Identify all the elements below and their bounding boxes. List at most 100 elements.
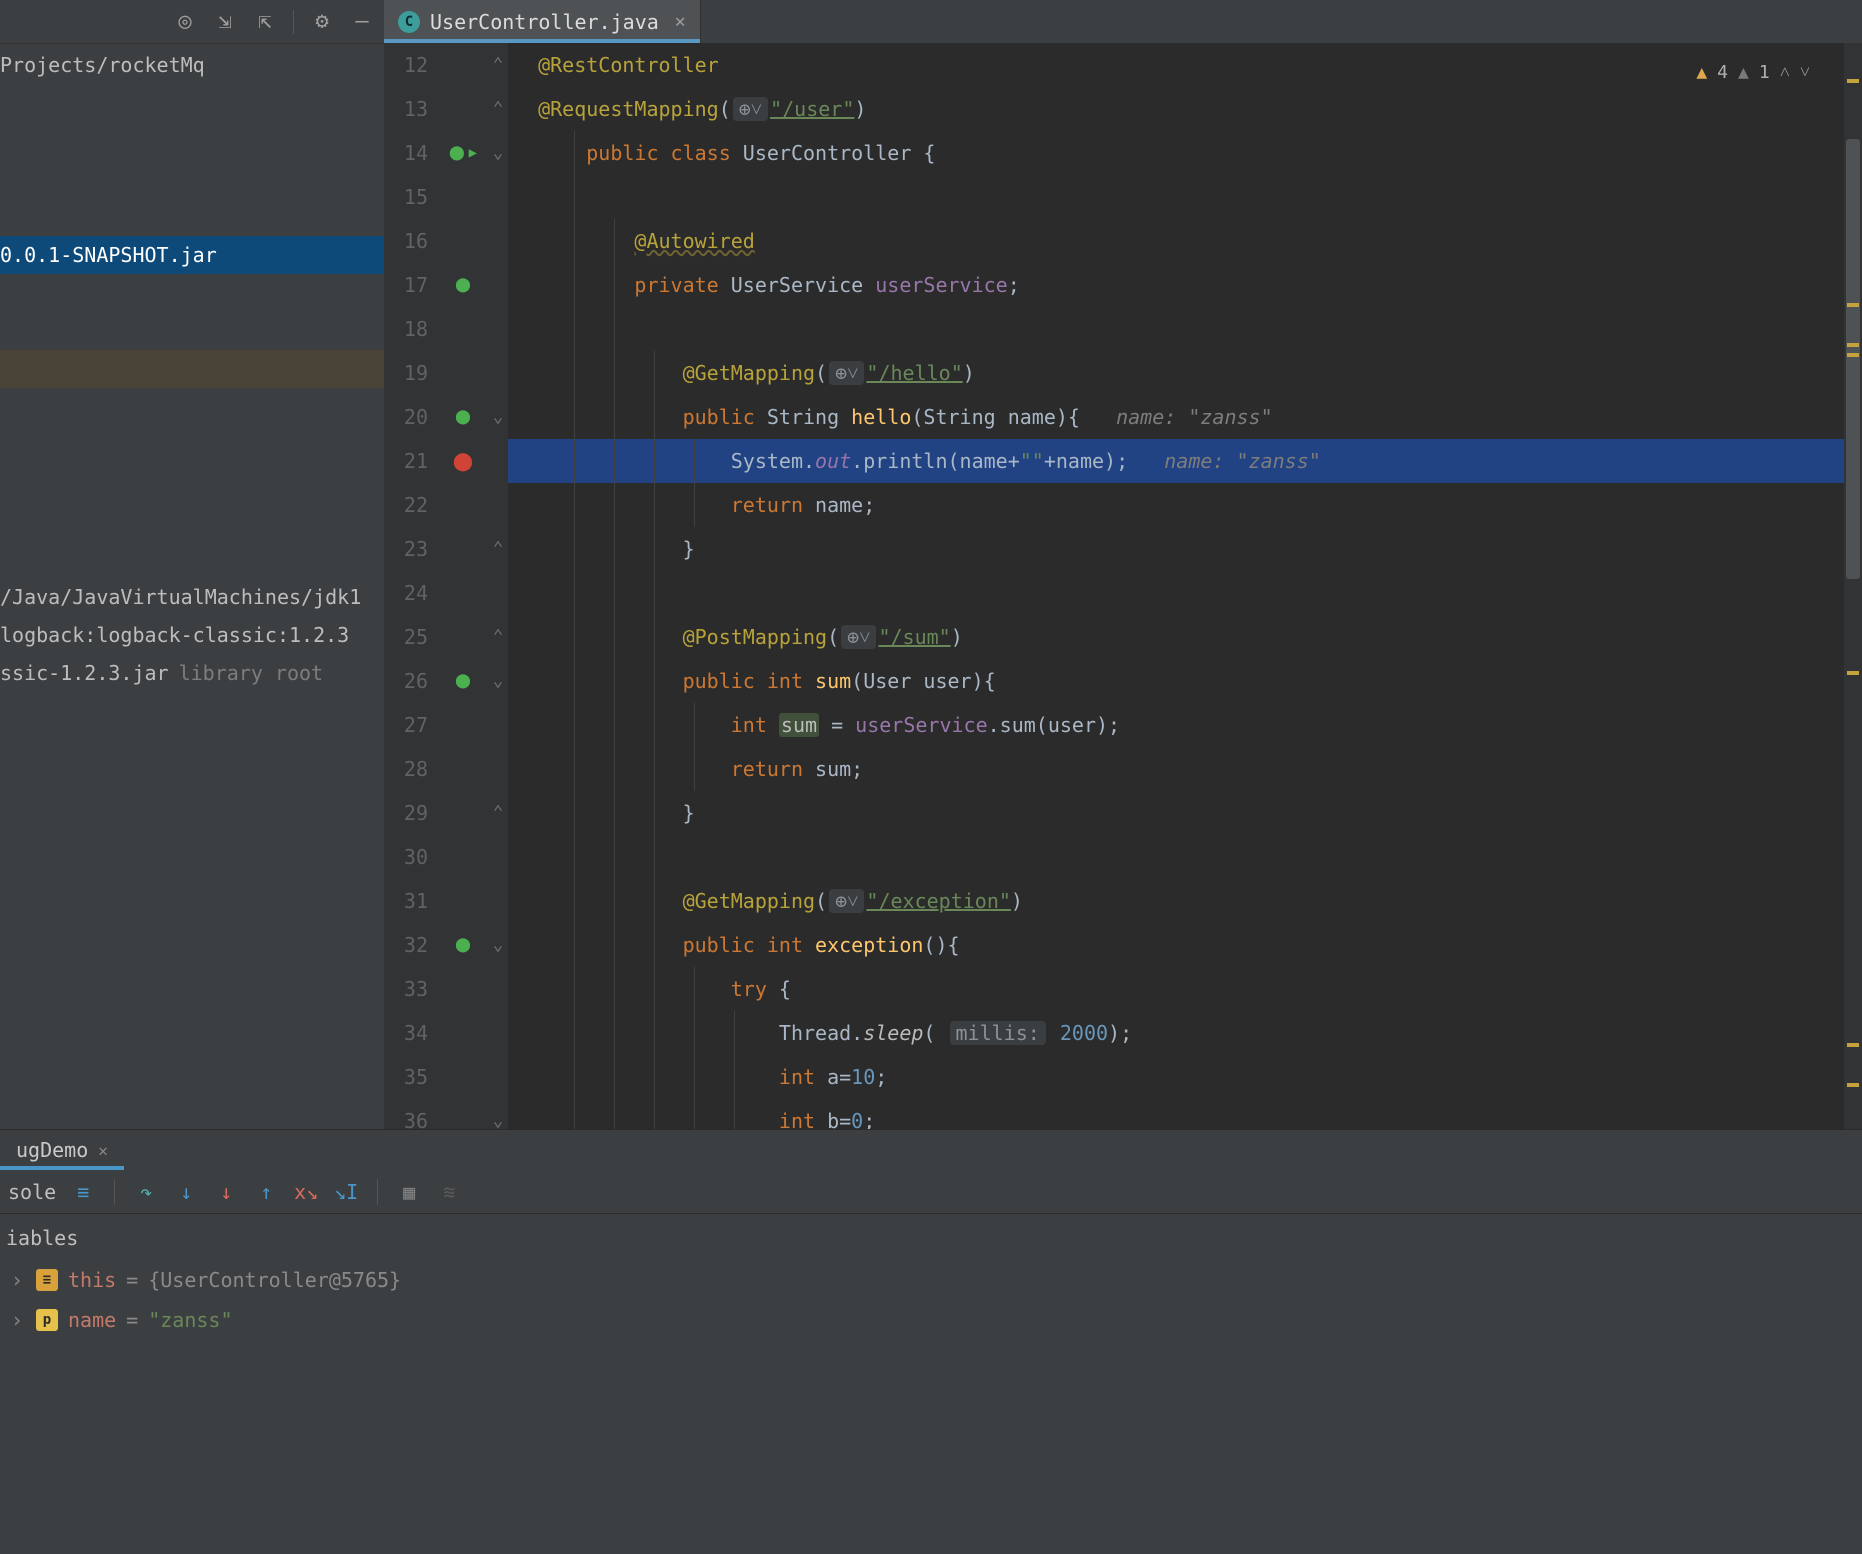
project-tree-item[interactable] (0, 426, 384, 464)
next-problem-icon[interactable]: ˅ (1800, 51, 1810, 95)
step-into-icon[interactable]: ↓ (173, 1179, 199, 1205)
project-tree-item[interactable]: 0.0.1-SNAPSHOT.jar (0, 236, 384, 274)
code-line[interactable]: public int sum(User user){ (508, 659, 1844, 703)
code-line[interactable] (508, 835, 1844, 879)
editor-tab[interactable]: C UserController.java ✕ (384, 0, 701, 43)
code-line[interactable]: public class UserController { (508, 131, 1844, 175)
project-tree-item[interactable] (0, 464, 384, 502)
spring-gutter-icon[interactable]: ⬤ (452, 274, 474, 296)
fold-toggle-icon[interactable]: ⌄ (487, 669, 509, 691)
inspection-summary[interactable]: ▲ 4 ▲ 1 ˄ ˅ (1696, 51, 1810, 95)
evaluate-icon[interactable]: ▦ (396, 1179, 422, 1205)
project-tree-item[interactable]: /Java/JavaVirtualMachines/jdk1 (0, 578, 384, 616)
code-line[interactable]: System.out.println(name+""+name); name: … (508, 439, 1844, 483)
project-tree-item[interactable] (0, 540, 384, 578)
console-tab[interactable]: sole (8, 1180, 56, 1204)
prev-problem-icon[interactable]: ˄ (1780, 51, 1790, 95)
code-line[interactable]: Thread.sleep( millis: 2000); (508, 1011, 1844, 1055)
fold-toggle-icon[interactable]: ⌃ (487, 53, 509, 75)
project-tree-item[interactable]: logback:logback-classic:1.2.3 (0, 616, 384, 654)
scroll-thumb[interactable] (1846, 139, 1860, 579)
code-line[interactable]: int b=0; (508, 1099, 1844, 1129)
project-tree-item[interactable] (0, 312, 384, 350)
fold-toggle-icon[interactable]: ⌃ (487, 97, 509, 119)
stripe-mark[interactable] (1847, 1043, 1859, 1047)
spring-gutter-icon[interactable]: ⬤ (452, 406, 474, 428)
code-line[interactable]: public int exception(){ (508, 923, 1844, 967)
minimize-icon[interactable]: — (350, 10, 374, 34)
fold-toggle-icon[interactable]: ⌄ (487, 405, 509, 427)
stripe-mark[interactable] (1847, 303, 1859, 307)
stripe-mark[interactable] (1847, 353, 1859, 357)
code-editor[interactable]: 1213141516171819202122232425262728293031… (384, 43, 1862, 1129)
code-line[interactable]: } (508, 791, 1844, 835)
fold-gutter[interactable]: ⌃ ⌃ ⌄ ⌄ ⌃ ⌃ ⌄ ⌃ ⌄ ⌄ (488, 43, 508, 1129)
icon-gutter[interactable]: ⬤▶ ⬤ ⬤ ⬤ ⬤ ⬤ (438, 43, 488, 1129)
code-line[interactable]: try { (508, 967, 1844, 1011)
breakpoint-gutter-icon[interactable]: ⬤ (452, 450, 474, 472)
project-tree-item[interactable]: Projects/rocketMq (0, 46, 384, 84)
code-line[interactable] (508, 175, 1844, 219)
code-line[interactable]: int sum = userService.sum(user); (508, 703, 1844, 747)
spring-gutter-icon[interactable]: ⬤ (452, 670, 474, 692)
line-number: 12 (384, 43, 428, 87)
code-line[interactable]: @PostMapping(⊕˅"/sum") (508, 615, 1844, 659)
code-line[interactable]: @GetMapping(⊕˅"/exception") (508, 879, 1844, 923)
stripe-mark[interactable] (1847, 1083, 1859, 1087)
fold-toggle-icon[interactable]: ⌄ (487, 141, 509, 163)
trace-icon[interactable]: ≋ (436, 1179, 462, 1205)
locate-icon[interactable]: ◎ (173, 10, 197, 34)
project-tree-item[interactable] (0, 198, 384, 236)
fold-toggle-icon[interactable]: ⌄ (487, 933, 509, 955)
run-to-cursor-icon[interactable]: ↘I (333, 1179, 359, 1205)
variable-row[interactable]: ›pname = "zanss" (6, 1300, 1856, 1340)
project-tree-item[interactable]: ssic-1.2.3.jarlibrary root (0, 654, 384, 692)
code-line[interactable] (508, 307, 1844, 351)
project-tree-item[interactable] (0, 274, 384, 312)
fold-toggle-icon[interactable]: ⌃ (487, 537, 509, 559)
project-tree-item[interactable] (0, 388, 384, 426)
project-tree-item[interactable] (0, 502, 384, 540)
editor-stripe[interactable] (1844, 43, 1862, 1129)
project-tree-item[interactable] (0, 350, 384, 388)
spring-gutter-icon[interactable]: ⬤ (452, 934, 474, 956)
code-line[interactable]: @RestController (508, 43, 1844, 87)
collapse-all-icon[interactable]: ⇱ (253, 10, 277, 34)
chevron-right-icon[interactable]: › (8, 1308, 26, 1332)
code-line[interactable]: @RequestMapping(⊕˅"/user") (508, 87, 1844, 131)
debug-session-tab[interactable]: ugDemo ✕ (0, 1130, 124, 1170)
close-icon[interactable]: ✕ (98, 1141, 108, 1160)
expand-all-icon[interactable]: ⇲ (213, 10, 237, 34)
step-over-icon[interactable]: ↷ (133, 1179, 159, 1205)
variable-row[interactable]: ›≡this = {UserController@5765} (6, 1260, 1856, 1300)
chevron-right-icon[interactable]: › (8, 1268, 26, 1292)
project-tree-item[interactable] (0, 84, 384, 122)
stripe-mark[interactable] (1847, 671, 1859, 675)
project-tree-item[interactable] (0, 160, 384, 198)
step-out-icon[interactable]: ↑ (253, 1179, 279, 1205)
code-line[interactable]: @GetMapping(⊕˅"/hello") (508, 351, 1844, 395)
code-line[interactable]: return name; (508, 483, 1844, 527)
project-tree-item[interactable] (0, 122, 384, 160)
thread-dump-icon[interactable]: ≡ (70, 1179, 96, 1205)
code-line[interactable]: return sum; (508, 747, 1844, 791)
drop-frame-icon[interactable]: x↘ (293, 1179, 319, 1205)
fold-toggle-icon[interactable]: ⌃ (487, 625, 509, 647)
code-line[interactable] (508, 571, 1844, 615)
variables-view[interactable]: iables ›≡this = {UserController@5765}›pn… (0, 1214, 1862, 1554)
spring-run-gutter-icon[interactable]: ⬤▶ (452, 142, 474, 164)
code-area[interactable]: ▲ 4 ▲ 1 ˄ ˅ @RestController @RequestMapp… (508, 43, 1844, 1129)
code-line[interactable]: @Autowired (508, 219, 1844, 263)
gear-icon[interactable]: ⚙ (310, 10, 334, 34)
close-icon[interactable]: ✕ (675, 11, 686, 32)
stripe-mark[interactable] (1847, 343, 1859, 347)
code-line[interactable]: } (508, 527, 1844, 571)
fold-toggle-icon[interactable]: ⌄ (487, 1109, 509, 1131)
stripe-mark[interactable] (1847, 79, 1859, 83)
project-sidebar[interactable]: ◎ ⇲ ⇱ ⚙ — Projects/rocketMq 0.0.1-SNAPSHO… (0, 0, 384, 1129)
code-line[interactable]: private UserService userService; (508, 263, 1844, 307)
fold-toggle-icon[interactable]: ⌃ (487, 801, 509, 823)
code-line[interactable]: public String hello(String name){ name: … (508, 395, 1844, 439)
force-step-into-icon[interactable]: ↓ (213, 1179, 239, 1205)
code-line[interactable]: int a=10; (508, 1055, 1844, 1099)
